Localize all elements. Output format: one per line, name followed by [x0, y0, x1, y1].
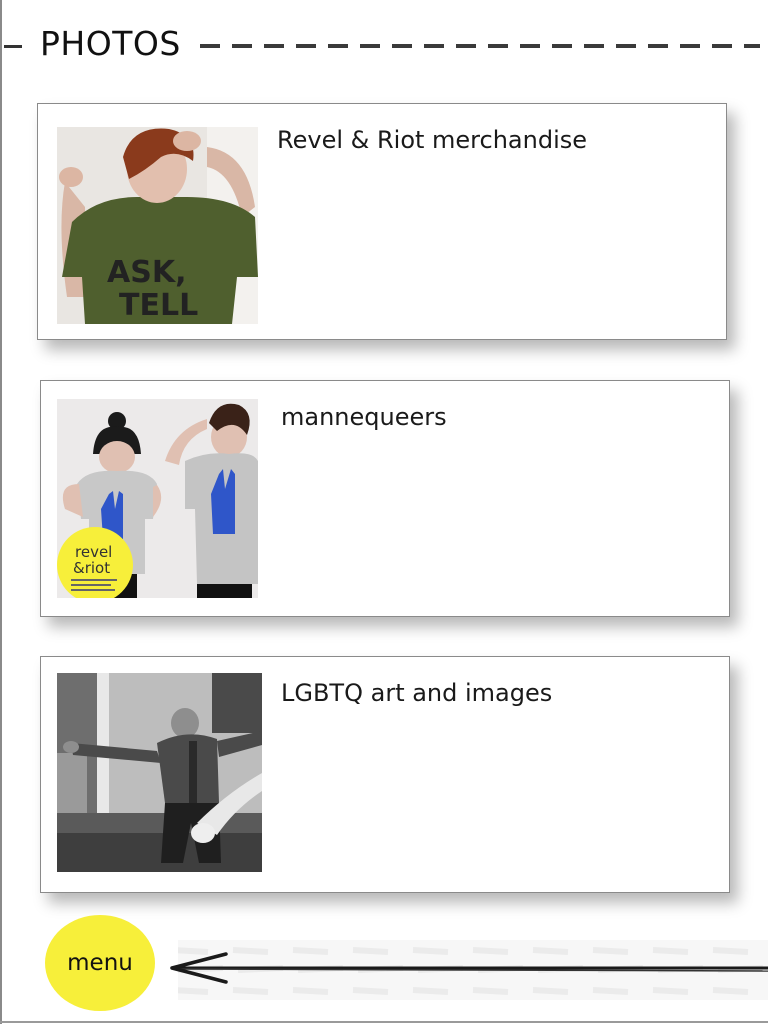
section-header: PHOTOS — [0, 22, 768, 68]
album-title[interactable]: LGBTQ art and images — [281, 678, 552, 708]
arrow-left-icon — [170, 940, 768, 1000]
album-card-revel-riot-merchandise[interactable]: ASK, TELL Revel & Riot merchandise — [37, 103, 727, 340]
svg-text:ASK,: ASK, — [107, 255, 186, 290]
album-card-lgbtq-art-and-images[interactable]: LGBTQ art and images — [40, 656, 730, 893]
page-title: PHOTOS — [40, 24, 181, 63]
photo-bw-dancing-man — [57, 673, 262, 872]
photo-person-green-shirt: ASK, TELL — [57, 127, 258, 324]
svg-text:TELL: TELL — [119, 288, 198, 323]
album-thumbnail[interactable] — [57, 673, 262, 872]
header-dashed-line — [200, 44, 760, 48]
album-thumbnail[interactable]: revel &riot — [57, 399, 258, 598]
album-card-mannequeers[interactable]: revel &riot mannequeers — [40, 380, 730, 617]
badge-text-line2: &riot — [73, 559, 110, 577]
header-dash-lead — [4, 45, 22, 48]
bottom-border — [0, 1021, 768, 1023]
photo-two-people-tshirts: revel &riot — [57, 399, 258, 598]
album-thumbnail[interactable]: ASK, TELL — [57, 127, 258, 324]
menu-button[interactable]: menu — [45, 915, 155, 1011]
left-border — [0, 0, 2, 1024]
album-title[interactable]: Revel & Riot merchandise — [277, 125, 587, 155]
album-title[interactable]: mannequeers — [281, 402, 447, 432]
